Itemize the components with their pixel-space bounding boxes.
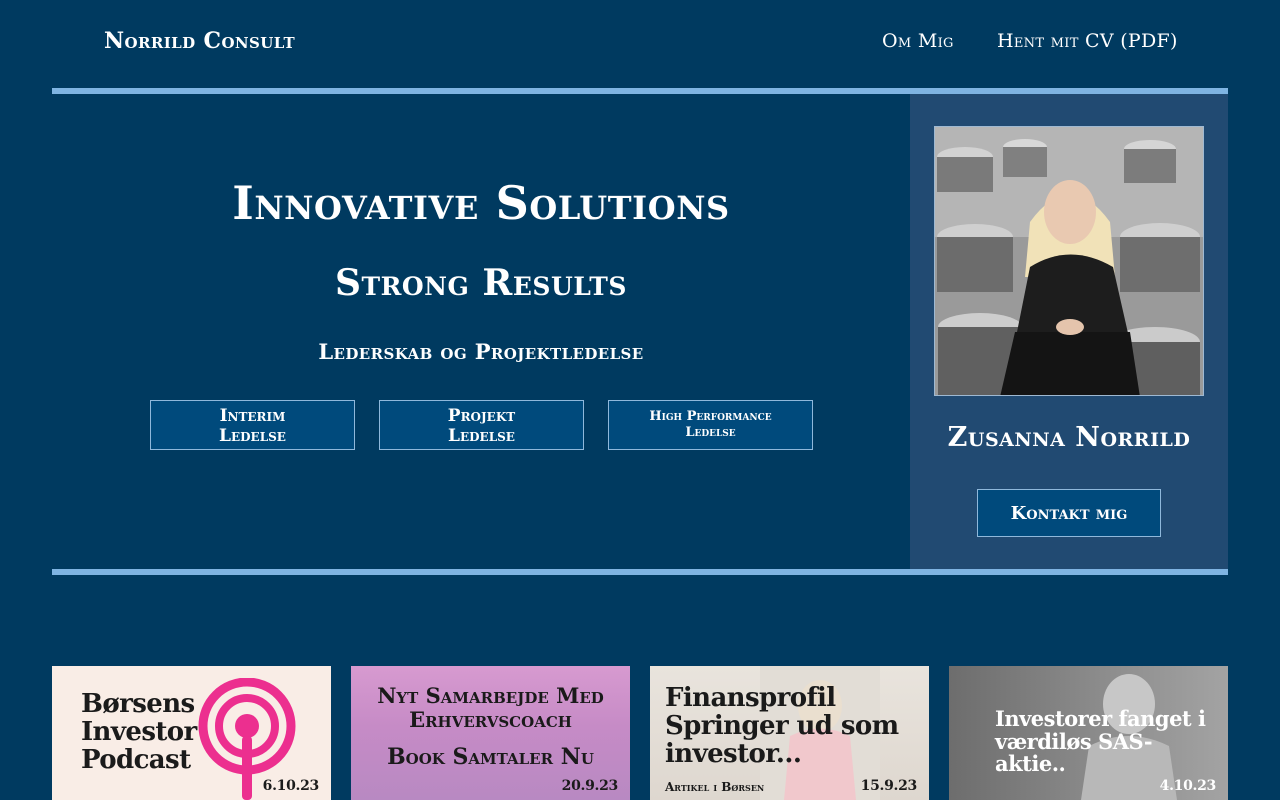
nav-link-om-mig[interactable]: Om Mig [882, 30, 954, 52]
card-meta: Artikel i Børsen [665, 780, 765, 794]
hero-section: Innovative Solutions Strong Results Lede… [52, 94, 910, 569]
hero-subtitle: Strong Results [335, 262, 627, 304]
card-title: Investorer fanget i værdiløs SAS-aktie.. [995, 706, 1206, 777]
brand-logo-text[interactable]: Norrild Consult [104, 28, 295, 54]
service-label: Projekt Ledelse [447, 405, 516, 446]
card-investorer-fanget[interactable]: Investorer fanget i værdiløs SAS-aktie..… [949, 666, 1228, 800]
kontakt-mig-button[interactable]: Kontakt mig [977, 489, 1161, 537]
high-performance-ledelse-button[interactable]: High Performance Ledelse [608, 400, 813, 450]
card-date: 4.10.23 [1159, 778, 1217, 794]
service-label: Interim Ledelse [219, 405, 286, 446]
card-date: 20.9.23 [561, 778, 619, 794]
service-label: High Performance Ledelse [649, 409, 772, 440]
card-title: Nyt Samarbejde Med Erhvervscoach [377, 683, 604, 733]
card-title: Finansprofil Springer ud som investor... [665, 683, 899, 770]
hero-title: Innovative Solutions [232, 176, 730, 230]
card-date: 6.10.23 [262, 778, 320, 794]
card-nyt-samarbejde[interactable]: Nyt Samarbejde Med Erhvervscoach Book Sa… [351, 666, 630, 800]
card-date: 15.9.23 [860, 778, 918, 794]
nav-link-hent-cv[interactable]: Hent mit CV (PDF) [997, 30, 1178, 52]
hero-tagline: Lederskab og Projektledelse [318, 339, 644, 364]
profile-panel: Zusanna Norrild Kontakt mig [910, 94, 1228, 569]
profile-photo-image [935, 127, 1203, 395]
site-header: Norrild Consult Om Mig Hent mit CV (PDF) [0, 0, 1280, 88]
card-finansprofil-springer[interactable]: Finansprofil Springer ud som investor...… [650, 666, 929, 800]
bottom-divider [52, 569, 1228, 575]
profile-name: Zusanna Norrild [947, 422, 1191, 453]
card-borsens-investor-podcast[interactable]: Børsens Investor Podcast 6.10.23 [52, 666, 331, 800]
projekt-ledelse-button[interactable]: Projekt Ledelse [379, 400, 584, 450]
card-subtitle: Book Samtaler Nu [387, 744, 594, 770]
interim-ledelse-button[interactable]: Interim Ledelse [150, 400, 355, 450]
profile-photo [934, 126, 1204, 396]
